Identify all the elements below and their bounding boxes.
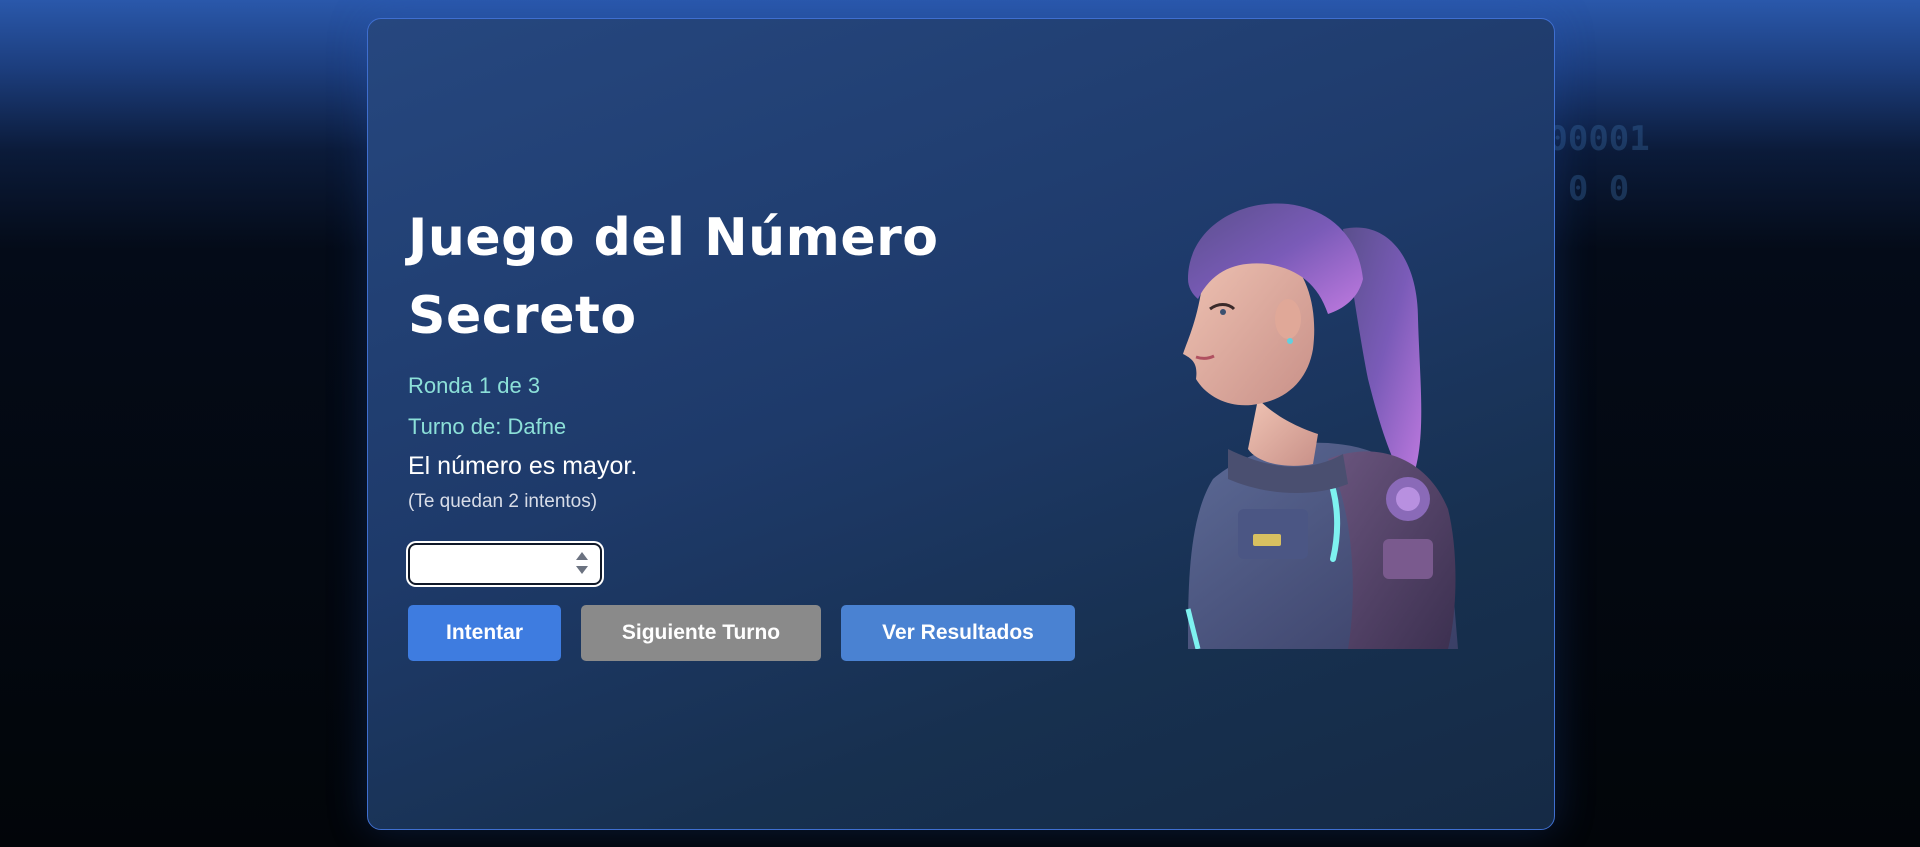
game-title: Juego del Número Secreto xyxy=(408,208,939,346)
game-panel: Juego del Número Secreto Ronda 1 de 3 Tu… xyxy=(367,18,1555,830)
astronaut-girl-illustration xyxy=(1183,203,1458,649)
round-indicator: Ronda 1 de 3 xyxy=(408,373,541,398)
action-buttons: Intentar Siguiente Turno Ver Resultados xyxy=(408,605,1108,661)
game-content: Juego del Número Secreto Ronda 1 de 3 Tu… xyxy=(408,199,1108,661)
turn-indicator: Turno de: Dafne xyxy=(408,414,567,439)
view-results-button[interactable]: Ver Resultados xyxy=(841,605,1075,661)
next-turn-button[interactable]: Siguiente Turno xyxy=(581,605,821,661)
number-spinner[interactable] xyxy=(576,551,588,577)
attempts-remaining: (Te quedan 2 intentos) xyxy=(408,491,598,512)
spinner-up-icon[interactable] xyxy=(576,552,588,560)
hint-message: El número es mayor. xyxy=(408,452,638,480)
guess-number-input[interactable] xyxy=(410,545,576,579)
spinner-down-icon[interactable] xyxy=(576,566,588,574)
try-button[interactable]: Intentar xyxy=(408,605,561,661)
guess-input-wrapper xyxy=(408,543,602,585)
